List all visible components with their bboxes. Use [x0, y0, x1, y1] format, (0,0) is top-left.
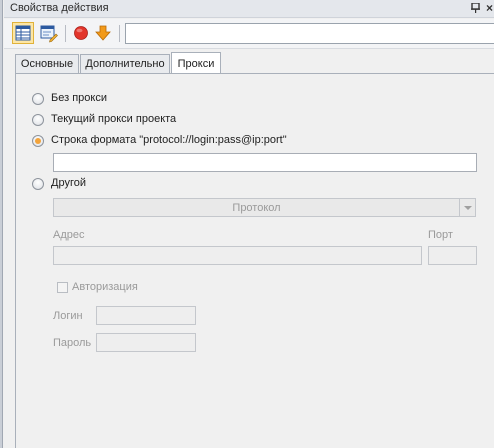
tab-general[interactable]: Основные: [15, 54, 79, 74]
address-label: Адрес: [53, 229, 85, 241]
toolbar: [4, 19, 494, 49]
window-left-border: [0, 0, 3, 448]
auth-checkbox[interactable]: [57, 282, 68, 293]
radio-button[interactable]: [32, 93, 44, 105]
panel-titlebar: Свойства действия ×: [4, 0, 494, 18]
edit-properties-button[interactable]: [37, 22, 59, 44]
tab-proxy[interactable]: Прокси: [171, 52, 221, 75]
protocol-select-value: Протокол: [232, 202, 281, 214]
toolbar-separator: [119, 25, 120, 42]
toolbar-text-input[interactable]: [125, 23, 494, 44]
password-input[interactable]: [96, 333, 196, 352]
radio-button[interactable]: [32, 178, 44, 190]
tab-advanced[interactable]: Дополнительно: [80, 54, 170, 74]
password-label: Пароль: [53, 337, 92, 349]
port-label: Порт: [428, 229, 453, 241]
chevron-down-icon[interactable]: [459, 199, 475, 216]
radio-label: Строка формата "protocol://login:pass@ip…: [51, 134, 287, 146]
close-icon[interactable]: ×: [486, 1, 493, 15]
table-view-button[interactable]: [12, 22, 34, 44]
auth-label: Авторизация: [72, 281, 138, 293]
radio-label: Без прокси: [51, 92, 107, 104]
format-string-input[interactable]: [53, 153, 477, 172]
login-label: Логин: [53, 310, 83, 322]
login-input[interactable]: [96, 306, 196, 325]
toolbar-separator: [65, 25, 66, 42]
radio-label: Другой: [51, 177, 86, 189]
pin-icon[interactable]: [471, 2, 480, 13]
stop-button[interactable]: [70, 22, 92, 44]
radio-label: Текущий прокси проекта: [51, 113, 177, 125]
address-input[interactable]: [53, 246, 422, 265]
radio-button[interactable]: [32, 135, 44, 147]
radio-button[interactable]: [32, 114, 44, 126]
protocol-select[interactable]: Протокол: [53, 198, 476, 217]
port-input[interactable]: [428, 246, 477, 265]
panel-title: Свойства действия: [10, 2, 109, 14]
move-down-button[interactable]: [92, 22, 114, 44]
